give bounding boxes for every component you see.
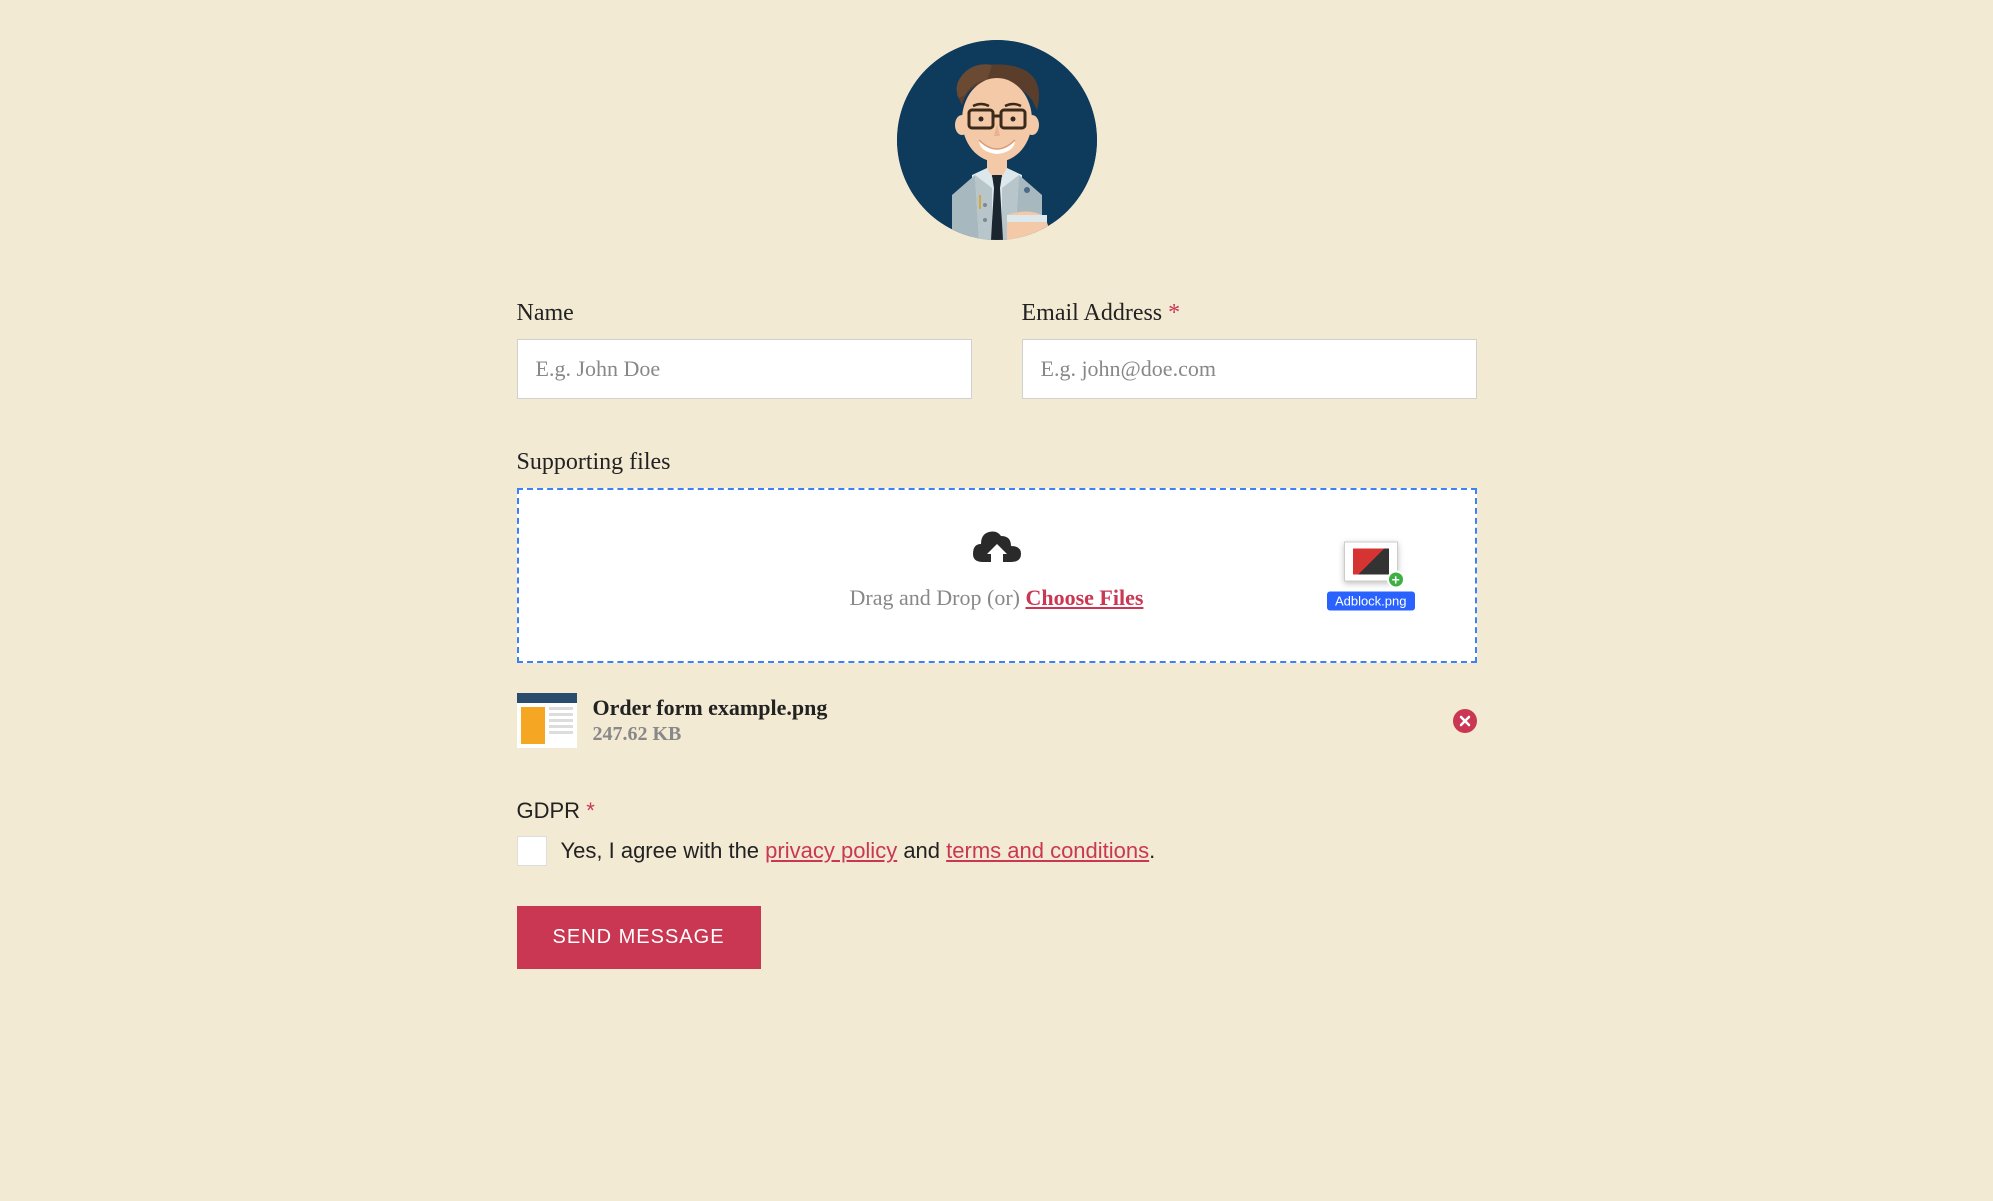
send-message-button[interactable]: SEND MESSAGE [517,906,761,969]
file-info: Order form example.png 247.62 KB [593,695,1437,746]
dropzone-text: Drag and Drop (or) Choose Files [539,585,1455,611]
email-field-group: Email Address * [1022,300,1477,399]
close-icon [1459,715,1471,727]
required-mark: * [1168,300,1180,326]
name-input[interactable] [517,339,972,399]
email-label: Email Address * [1022,300,1477,327]
gdpr-label: GDPR * [517,798,1477,824]
gdpr-consent-text: Yes, I agree with the privacy policy and… [561,838,1156,864]
required-mark: * [586,798,595,823]
avatar [897,40,1097,240]
drag-drop-text: Drag and Drop (or) [850,585,1026,610]
cloud-upload-icon [539,530,1455,573]
file-name: Order form example.png [593,695,1437,721]
dragging-file-thumb: + [1344,541,1398,581]
gdpr-section: GDPR * Yes, I agree with the privacy pol… [517,798,1477,866]
file-dropzone[interactable]: Drag and Drop (or) Choose Files + Adbloc… [517,488,1477,663]
file-size: 247.62 KB [593,723,1437,746]
dragging-file-preview: + Adblock.png [1327,541,1415,610]
gdpr-text-mid: and [897,838,946,863]
terms-conditions-link[interactable]: terms and conditions [946,838,1149,863]
dragging-file-label: Adblock.png [1327,591,1415,610]
name-label: Name [517,300,972,327]
file-thumbnail [517,693,577,748]
avatar-wrapper [517,40,1477,240]
add-plus-icon: + [1387,570,1405,588]
gdpr-label-text: GDPR [517,798,581,823]
remove-file-button[interactable] [1453,709,1477,733]
avatar-illustration [897,40,1097,240]
uploaded-file-row: Order form example.png 247.62 KB [517,693,1477,748]
email-input[interactable] [1022,339,1477,399]
gdpr-text-prefix: Yes, I agree with the [561,838,766,863]
privacy-policy-link[interactable]: privacy policy [765,838,897,863]
gdpr-text-suffix: . [1149,838,1155,863]
supporting-files-label: Supporting files [517,449,1477,476]
choose-files-link[interactable]: Choose Files [1025,585,1143,610]
gdpr-checkbox[interactable] [517,836,547,866]
name-field-group: Name [517,300,972,399]
email-label-text: Email Address [1022,300,1163,326]
